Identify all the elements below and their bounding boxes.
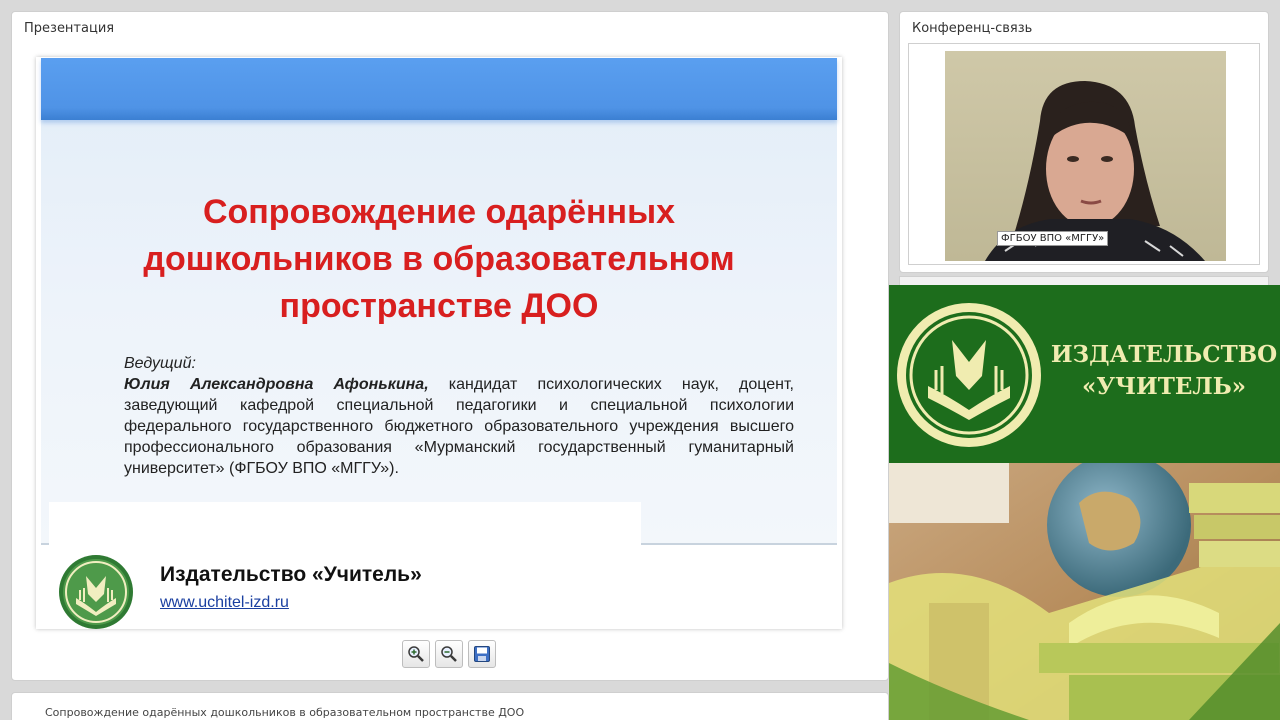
- ad-line-2: «УЧИТЕЛЬ»: [1081, 373, 1247, 400]
- save-icon: [474, 646, 490, 662]
- slide-publisher-name: Издательство «Учитель»: [160, 563, 422, 586]
- video-feed[interactable]: [945, 51, 1226, 261]
- slide-header-band: [41, 58, 837, 120]
- slide-title: Сопровождение одарённых дошкольников в о…: [41, 189, 837, 330]
- video-participant-label: ФГБОУ ВПО «МГГУ»: [997, 231, 1109, 246]
- video-frame: ФГБОУ ВПО «МГГУ»: [908, 43, 1260, 265]
- books-globe-image: [889, 463, 1280, 720]
- ad-banner: ИЗДАТЕЛЬСТВО «УЧИТЕЛЬ»: [889, 285, 1280, 463]
- conference-panel-title: Конференц-связь: [912, 21, 1033, 36]
- publisher-logo-icon: [59, 555, 133, 629]
- slide-presenter-block: Ведущий: Юлия Александровна Афонькина, к…: [124, 353, 794, 479]
- slide-title-line: пространстве ДОО: [279, 287, 599, 325]
- presentation-panel: Презентация Сопровождение одарённых дошк…: [11, 11, 889, 681]
- publisher-ad[interactable]: ИЗДАТЕЛЬСТВО «УЧИТЕЛЬ»: [889, 285, 1280, 720]
- save-button[interactable]: [468, 640, 496, 668]
- ad-line-1: ИЗДАТЕЛЬСТВО: [1050, 341, 1278, 368]
- publisher-logo-icon: [897, 303, 1041, 447]
- slide-title-line: дошкольников в образовательном: [143, 240, 735, 278]
- presenter-name: Юлия Александровна Афонькина,: [124, 376, 429, 393]
- presenter-label: Ведущий:: [124, 355, 196, 372]
- slide-title-line: Сопровождение одарённых: [202, 193, 676, 231]
- presentation-caption: Сопровождение одарённых дошкольников в о…: [45, 706, 525, 719]
- ad-banner-text: ИЗДАТЕЛЬСТВО «УЧИТЕЛЬ»: [1049, 339, 1279, 403]
- zoom-out-icon: [441, 646, 457, 662]
- bottom-bar: Сопровождение одарённых дошкольников в о…: [11, 692, 889, 720]
- presenter-text: Юлия Александровна Афонькина, кандидат п…: [124, 374, 794, 479]
- presentation-slide[interactable]: Сопровождение одарённых дошкольников в о…: [36, 57, 842, 629]
- zoom-in-icon: [408, 646, 424, 662]
- webcam-image: [945, 51, 1226, 261]
- conference-panel: Конференц-связь ФГБОУ ВПО «МГГУ»: [899, 11, 1269, 273]
- zoom-out-button[interactable]: [435, 640, 463, 668]
- slide-publisher-link[interactable]: www.uchitel-izd.ru: [160, 594, 289, 612]
- slide-toolbar: [402, 640, 496, 668]
- presentation-panel-title: Презентация: [24, 21, 115, 36]
- zoom-in-button[interactable]: [402, 640, 430, 668]
